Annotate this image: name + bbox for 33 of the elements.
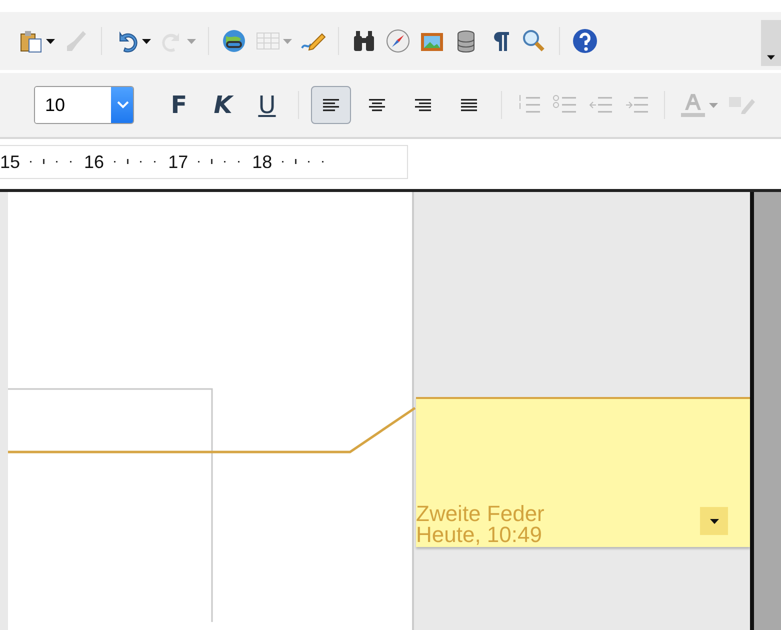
ruler-number: 17 — [168, 152, 188, 172]
ruler-number: 18 — [252, 152, 272, 172]
caret-icon — [142, 38, 151, 44]
ruler-number: 15 — [0, 152, 20, 172]
align-left-button[interactable] — [311, 86, 351, 124]
caret-icon — [187, 38, 196, 44]
caret-icon — [767, 55, 775, 60]
align-right-icon — [414, 98, 432, 112]
caret-icon — [46, 38, 55, 44]
caret-icon — [710, 518, 718, 524]
binoculars-icon — [351, 28, 377, 54]
dropdown-button[interactable] — [111, 87, 133, 123]
font-color-icon — [679, 92, 707, 118]
align-left-icon — [322, 98, 340, 112]
overflow-button[interactable] — [761, 20, 781, 66]
chevron-down-icon — [117, 101, 129, 109]
comment-menu-button[interactable] — [700, 507, 728, 535]
caret-icon — [709, 102, 718, 108]
bold-button[interactable]: F — [160, 87, 198, 123]
compass-icon — [385, 28, 411, 54]
italic-button[interactable]: K — [204, 87, 242, 123]
help-icon — [572, 28, 598, 54]
caret-icon — [283, 38, 292, 44]
align-justify-icon — [460, 98, 478, 112]
font-size-combo[interactable]: 10 — [34, 86, 134, 124]
ruler-number: 16 — [84, 152, 104, 172]
globe-icon — [221, 28, 247, 54]
underline-button[interactable]: U — [248, 87, 286, 123]
paste-icon — [18, 28, 44, 54]
search-icon — [521, 28, 547, 54]
align-center-icon — [368, 98, 386, 112]
comment-author: Zweite Feder — [416, 503, 544, 524]
comment-date: Heute, 10:49 — [416, 524, 543, 545]
